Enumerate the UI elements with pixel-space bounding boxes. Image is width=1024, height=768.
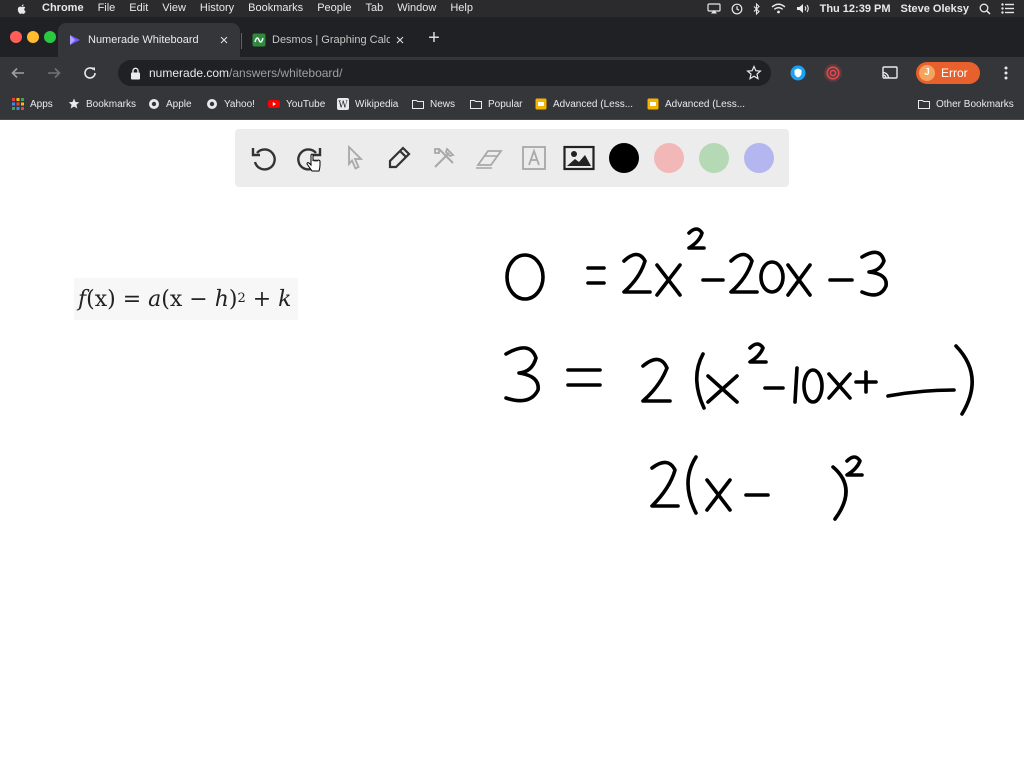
star-icon [68,98,80,109]
folder-icon [918,100,930,109]
globe-icon [207,99,217,109]
bookmark-advanced-2[interactable]: Advanced (Less... [647,96,745,112]
bookmark-popular[interactable]: Popular [470,96,522,112]
apps-grid-icon [12,98,24,110]
volume-icon[interactable] [796,3,810,14]
window-zoom-button[interactable] [44,31,56,43]
menu-tab[interactable]: Tab [365,0,383,17]
bookmark-label: Advanced (Less... [553,98,634,110]
slides-icon [535,98,547,110]
bookmark-label: Apps [30,98,53,110]
svg-text:W: W [338,101,348,111]
browser-tab-strip: Numerade Whiteboard × Desmos | Graphing … [0,17,1024,57]
profile-avatar: J [919,65,935,81]
extension-shield-icon[interactable] [788,63,808,83]
notification-center-icon[interactable] [1001,3,1014,14]
bookmark-star-icon[interactable] [746,65,762,81]
reload-icon [84,67,96,79]
ink-line-2 [504,342,974,416]
menu-people[interactable]: People [317,0,351,17]
tab-title: Numerade Whiteboard [88,34,199,46]
browser-toolbar: numerade.com/answers/whiteboard/ J Error [0,57,1024,89]
menu-bar-status-area: Thu 12:39 PM Steve Oleksy [706,0,1014,17]
profile-status: Error [941,66,968,80]
whiteboard-page[interactable]: f (x) = a (x − h) 2 + k [0,120,1024,768]
macos-menu-bar: Chrome File Edit View History Bookmarks … [0,0,1024,17]
wifi-icon[interactable] [771,3,786,14]
bookmark-label: Apple [166,98,192,110]
bookmark-apps[interactable]: Apps [12,96,53,112]
youtube-icon [268,100,280,108]
time-machine-icon[interactable] [731,3,743,15]
address-bar[interactable]: numerade.com/answers/whiteboard/ [118,60,771,86]
bookmark-apple[interactable]: Apple [148,96,192,112]
reload-button[interactable] [78,61,102,85]
menu-bookmarks[interactable]: Bookmarks [248,0,303,17]
bookmark-advanced-1[interactable]: Advanced (Less... [535,96,633,112]
url-path: /answers/whiteboard/ [229,66,343,80]
bookmark-label: News [430,98,456,110]
numerade-favicon-icon [70,35,80,45]
forward-arrow-icon [48,67,61,79]
new-tab-button[interactable]: + [424,28,444,49]
profile-error-button[interactable]: J Error [916,62,980,84]
menu-bar-clock[interactable]: Thu 12:39 PM [820,3,891,15]
folder-icon [470,100,482,109]
globe-icon [149,99,159,109]
chrome-menu-icon[interactable] [1000,65,1012,81]
bookmark-label: Yahoo! [224,98,255,110]
bookmark-label: Bookmarks [86,98,137,110]
airplay-display-icon[interactable] [706,3,721,14]
menu-file[interactable]: File [98,0,116,17]
menu-history[interactable]: History [200,0,234,17]
menu-window[interactable]: Window [397,0,436,17]
menu-bar-user[interactable]: Steve Oleksy [901,3,970,15]
spotlight-search-icon[interactable] [979,3,991,15]
tab-numerade-whiteboard[interactable]: Numerade Whiteboard × [58,23,240,57]
url-host: numerade.com [149,66,230,80]
menu-help[interactable]: Help [450,0,473,17]
bookmark-wikipedia[interactable]: W Wikipedia [337,96,398,112]
ink-line-1 [505,227,888,301]
tab-close-icon[interactable]: × [214,32,234,49]
tab-close-icon[interactable]: × [390,32,410,49]
lock-icon[interactable] [130,67,141,80]
desmos-favicon-icon [252,33,266,47]
window-minimize-button[interactable] [27,31,39,43]
extension-target-icon[interactable] [823,63,843,83]
bookmarks-bar: Apps Bookmarks Apple Yahoo! YouTube W Wi… [0,89,1024,120]
handwriting-ink-layer[interactable] [0,120,1024,768]
bookmark-other-bookmarks[interactable]: Other Bookmarks [918,96,1014,112]
bookmark-bookmarks[interactable]: Bookmarks [68,96,136,112]
bookmark-youtube[interactable]: YouTube [268,96,325,112]
bookmark-label: Popular [488,98,523,110]
tab-desmos[interactable]: Desmos | Graphing Calculator × [242,23,416,57]
apple-logo-icon[interactable] [14,3,30,15]
bookmark-label: Wikipedia [355,98,399,110]
menu-view[interactable]: View [162,0,186,17]
bookmark-label: YouTube [286,98,326,110]
menu-app-name[interactable]: Chrome [42,0,84,17]
back-button[interactable] [6,61,30,85]
bookmark-label: Advanced (Less... [665,98,746,110]
tab-title: Desmos | Graphing Calculator [272,34,390,46]
back-arrow-icon [11,67,24,79]
ink-line-3 [650,455,864,521]
forward-button[interactable] [42,61,66,85]
folder-icon [412,100,424,109]
wikipedia-icon: W [337,98,349,110]
window-close-button[interactable] [10,31,22,43]
hand-cursor-icon [306,153,321,172]
menu-edit[interactable]: Edit [129,0,148,17]
bookmark-news[interactable]: News [412,96,455,112]
cast-icon[interactable] [880,63,900,83]
slides-icon [647,98,659,110]
bookmark-yahoo[interactable]: Yahoo! [206,96,255,112]
bluetooth-icon[interactable] [753,2,761,15]
bookmark-label: Other Bookmarks [936,98,1014,110]
